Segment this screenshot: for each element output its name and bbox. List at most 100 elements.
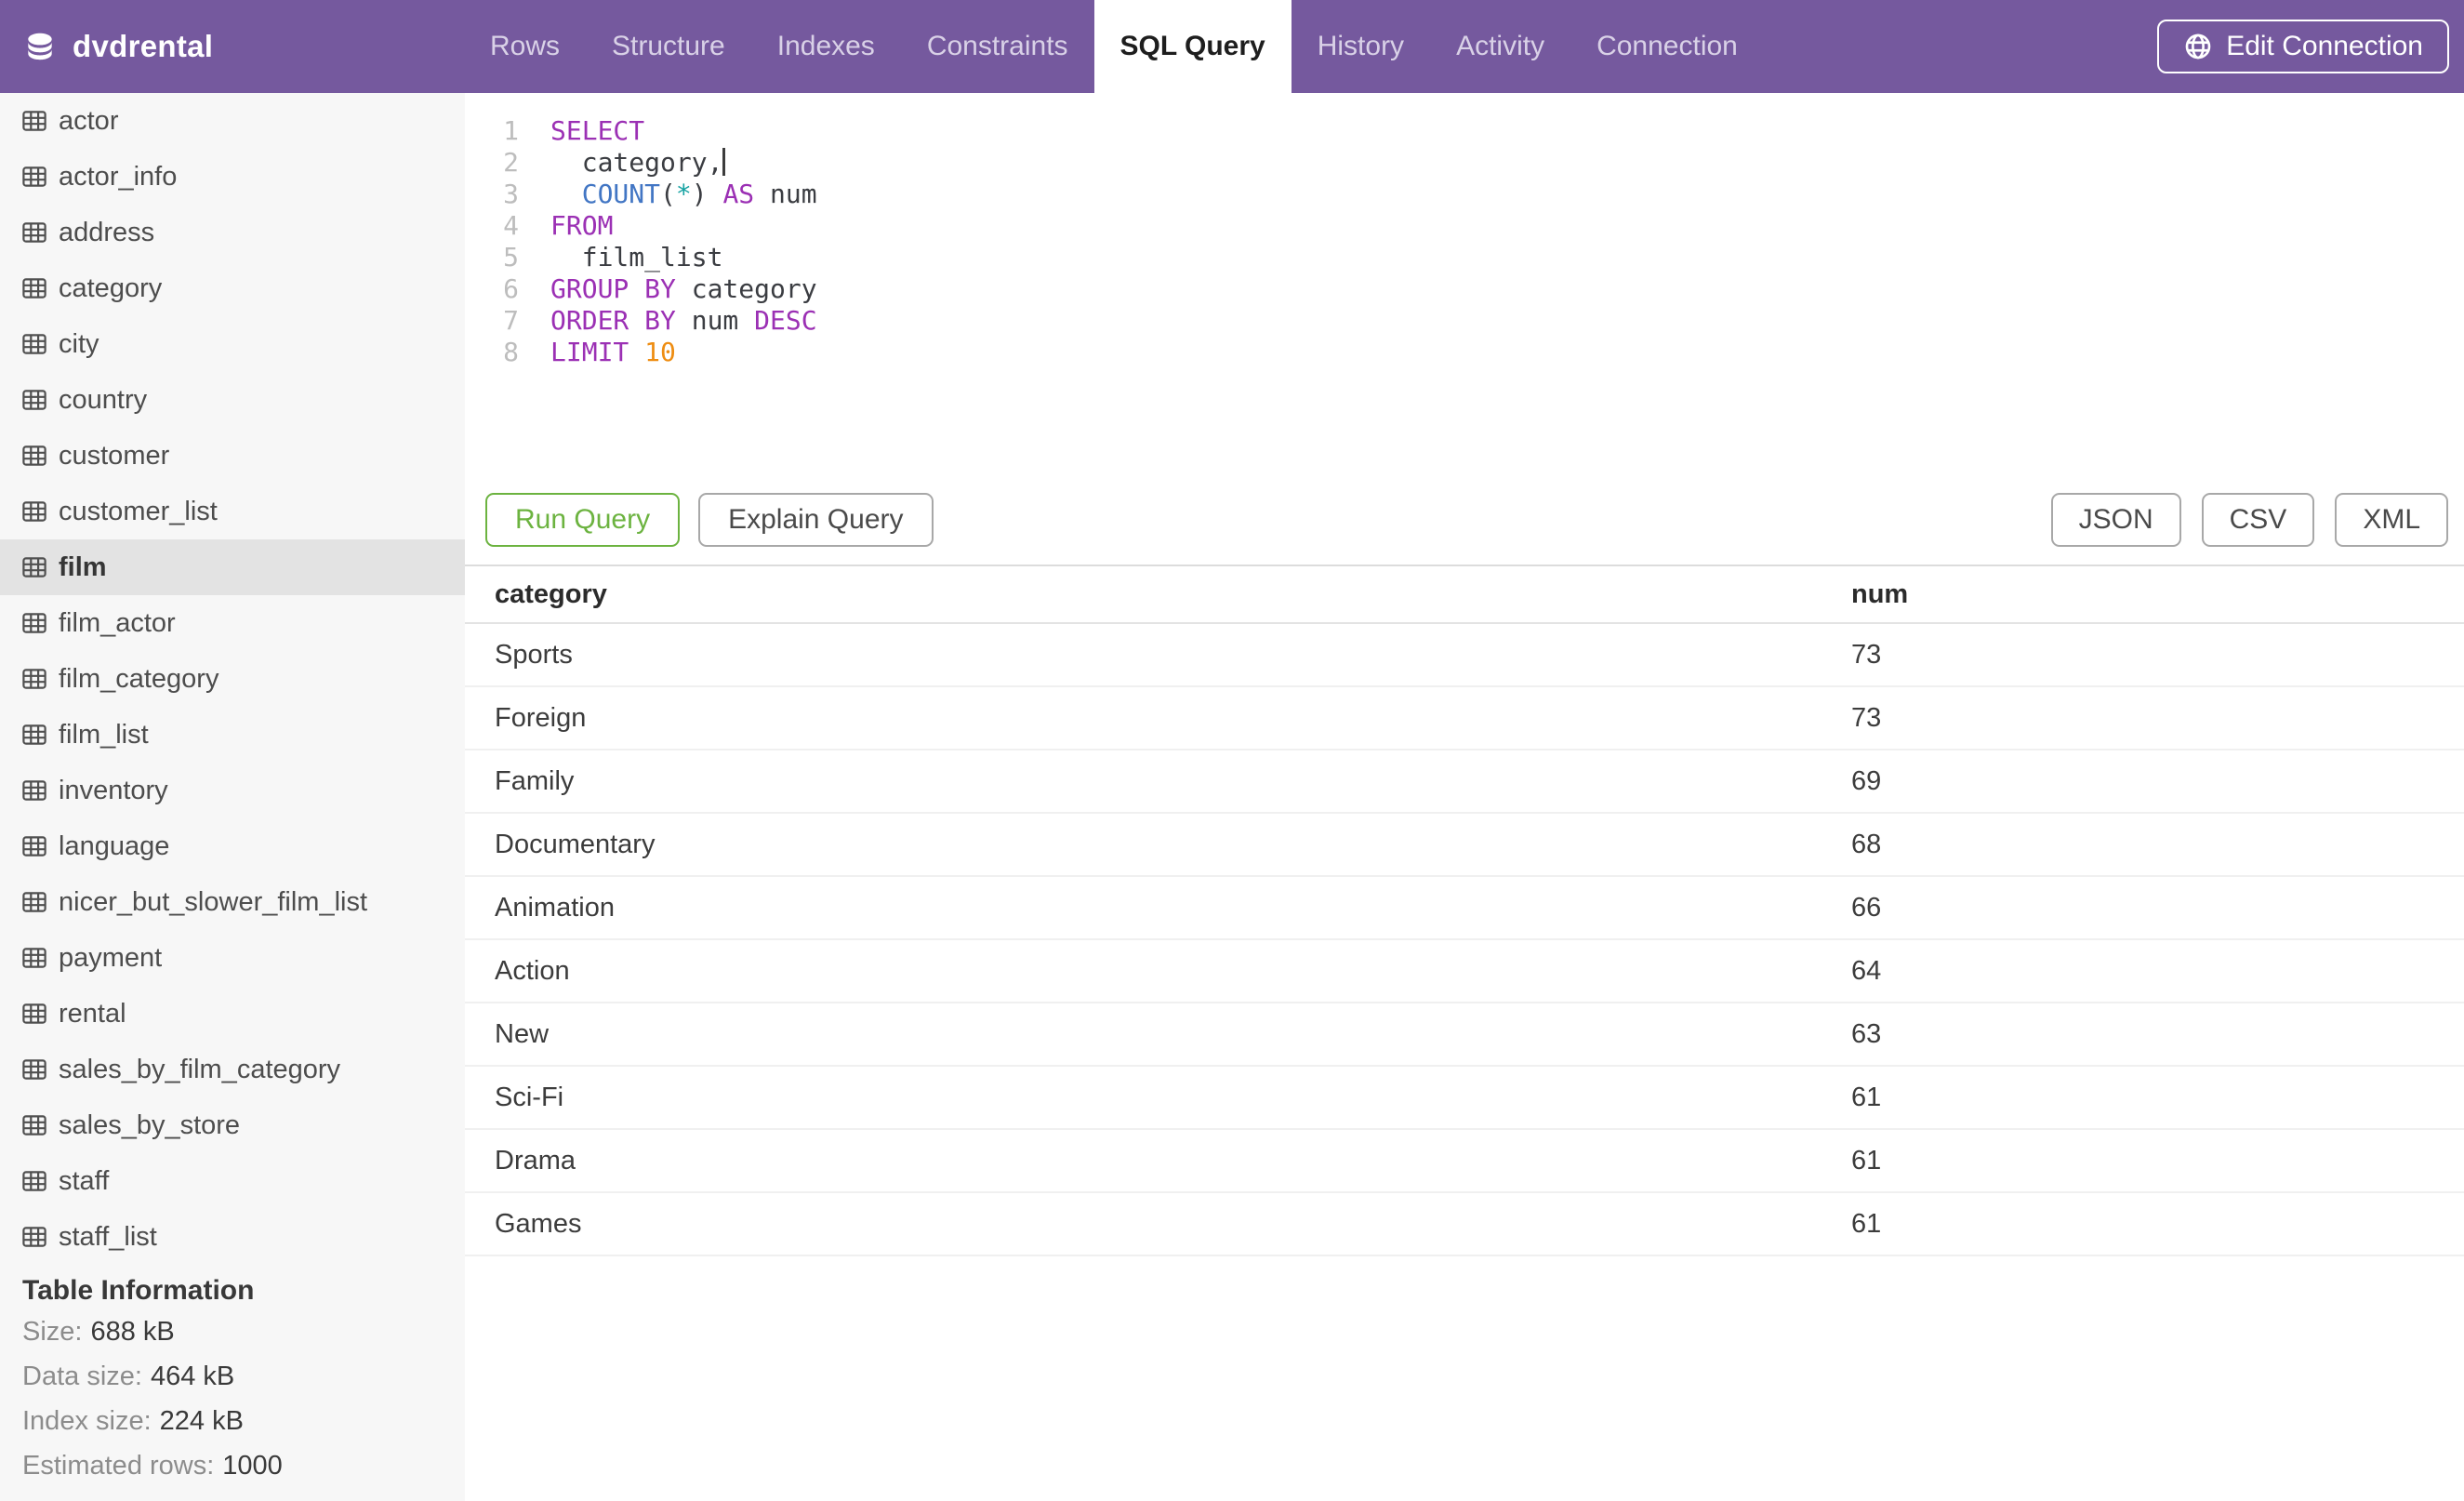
- table-name: sales_by_film_category: [59, 1054, 341, 1084]
- tab-constraints[interactable]: Constraints: [901, 0, 1094, 93]
- sidebar-item-sales-by-store[interactable]: sales_by_store: [0, 1097, 465, 1153]
- sql-editor[interactable]: 1 SELECT 2 category, 3 COUNT(*) AS num 4…: [465, 93, 2464, 368]
- results-header-row: category num: [465, 566, 2464, 624]
- export-json-button[interactable]: JSON: [2050, 493, 2181, 547]
- table-icon: [22, 1059, 46, 1080]
- table-information: Table Information Size: 688 kB Data size:…: [0, 1265, 465, 1488]
- code-line: 1 SELECT: [465, 115, 2464, 147]
- tab-rows[interactable]: Rows: [464, 0, 586, 93]
- sidebar-item-sales-by-film-category[interactable]: sales_by_film_category: [0, 1042, 465, 1097]
- table-name: film: [59, 551, 107, 582]
- table-stat: Estimated rows: 1000: [22, 1443, 465, 1488]
- column-header-num: num: [1851, 578, 1909, 609]
- sidebar-item-country[interactable]: country: [0, 372, 465, 428]
- cell-num: 61: [1851, 1208, 1882, 1239]
- export-xml-button[interactable]: XML: [2335, 493, 2448, 547]
- results-body: Sports 73 Foreign 73 Family 69 Documenta…: [465, 624, 2464, 1256]
- table-name: customer_list: [59, 496, 218, 526]
- code-text: ORDER BY num DESC: [550, 305, 817, 336]
- table-icon: [22, 557, 46, 578]
- nav-tabs: Rows Structure Indexes Constraints SQL Query…: [464, 0, 1764, 93]
- sidebar-item-rental[interactable]: rental: [0, 986, 465, 1042]
- tab-sql-query[interactable]: SQL Query: [1093, 0, 1292, 93]
- cell-category: Sci-Fi: [495, 1082, 564, 1112]
- cell-num: 66: [1851, 892, 1882, 923]
- sidebar-item-inventory[interactable]: inventory: [0, 763, 465, 818]
- table-icon: [22, 222, 46, 243]
- result-row: Animation 66: [465, 877, 2464, 940]
- result-row: Sports 73: [465, 624, 2464, 687]
- table-icon: [22, 948, 46, 968]
- sidebar-item-film-category[interactable]: film_category: [0, 651, 465, 707]
- table-stat: Index size: 224 kB: [22, 1399, 465, 1443]
- results-table: category num Sports 73 Foreign 73 Family…: [465, 566, 2464, 1256]
- cell-num: 69: [1851, 765, 1882, 796]
- run-query-button[interactable]: Run Query: [485, 493, 681, 547]
- table-name: language: [59, 830, 170, 861]
- tab-activity[interactable]: Activity: [1430, 0, 1570, 93]
- line-number: 5: [503, 242, 519, 272]
- edit-connection-button[interactable]: Edit Connection: [2157, 20, 2449, 73]
- tab-history[interactable]: History: [1292, 0, 1430, 93]
- table-name: film_actor: [59, 607, 176, 638]
- cell-category: Family: [495, 765, 575, 796]
- table-name: film_category: [59, 663, 219, 694]
- cell-num: 61: [1851, 1082, 1882, 1112]
- sidebar-item-staff[interactable]: staff: [0, 1153, 465, 1209]
- sidebar-item-customer-list[interactable]: customer_list: [0, 484, 465, 539]
- code-text: category,: [550, 147, 726, 179]
- cell-num: 73: [1851, 702, 1882, 733]
- table-icon: [22, 1115, 46, 1136]
- sidebar-item-nicer-but-slower-film-list[interactable]: nicer_but_slower_film_list: [0, 874, 465, 930]
- sidebar-item-category[interactable]: category: [0, 260, 465, 316]
- sidebar-item-staff-list[interactable]: staff_list: [0, 1209, 465, 1265]
- sidebar-item-customer[interactable]: customer: [0, 428, 465, 484]
- code-text: COUNT(*) AS num: [581, 179, 817, 209]
- table-icon: [22, 1003, 46, 1024]
- database-icon: [28, 33, 52, 60]
- sidebar-item-payment[interactable]: payment: [0, 930, 465, 986]
- line-number: 4: [503, 210, 519, 241]
- table-name: category: [59, 272, 163, 303]
- brand: dvdrental: [22, 0, 213, 93]
- tab-connection[interactable]: Connection: [1570, 0, 1764, 93]
- table-icon: [22, 278, 46, 299]
- globe-icon: [2185, 33, 2211, 60]
- sidebar-item-film-actor[interactable]: film_actor: [0, 595, 465, 651]
- cell-category: Action: [495, 955, 570, 986]
- table-name: nicer_but_slower_film_list: [59, 886, 368, 917]
- tab-indexes[interactable]: Indexes: [751, 0, 901, 93]
- sidebar-item-actor[interactable]: actor: [0, 93, 465, 149]
- app-window: dvdrental Rows Structure Indexes Constraint…: [0, 0, 2464, 1501]
- tab-structure[interactable]: Structure: [586, 0, 751, 93]
- table-name: country: [59, 384, 148, 415]
- sidebar-item-actor-info[interactable]: actor_info: [0, 149, 465, 205]
- sidebar-item-language[interactable]: language: [0, 818, 465, 874]
- cell-num: 68: [1851, 829, 1882, 859]
- table-information-stats: Size: 688 kB Data size: 464 kB Index size:…: [22, 1309, 465, 1488]
- table-stat: Size: 688 kB: [22, 1309, 465, 1354]
- code-line: 6 GROUP BY category: [465, 273, 2464, 305]
- stat-value: 688 kB: [90, 1317, 175, 1347]
- sidebar-item-film-list[interactable]: film_list: [0, 707, 465, 763]
- explain-query-button[interactable]: Explain Query: [698, 493, 934, 547]
- table-icon: [22, 892, 46, 912]
- code-text: GROUP BY category: [550, 273, 817, 304]
- table-name: sales_by_store: [59, 1109, 241, 1140]
- result-row: New 63: [465, 1003, 2464, 1067]
- table-name: customer: [59, 440, 170, 471]
- table-icon: [22, 445, 46, 466]
- sidebar-item-address[interactable]: address: [0, 205, 465, 260]
- code-text: film_list: [550, 242, 723, 272]
- code-text: SELECT: [550, 115, 645, 146]
- cell-category: Foreign: [495, 702, 587, 733]
- table-name: inventory: [59, 775, 168, 805]
- sidebar-item-city[interactable]: city: [0, 316, 465, 372]
- export-csv-button[interactable]: CSV: [2201, 493, 2315, 547]
- table-icon: [22, 166, 46, 187]
- table-name: actor_info: [59, 161, 178, 192]
- stat-value: 464 kB: [150, 1362, 235, 1391]
- code-line: 2 category,: [465, 147, 2464, 179]
- sidebar-item-film[interactable]: film: [0, 539, 465, 595]
- cell-category: Sports: [495, 639, 573, 670]
